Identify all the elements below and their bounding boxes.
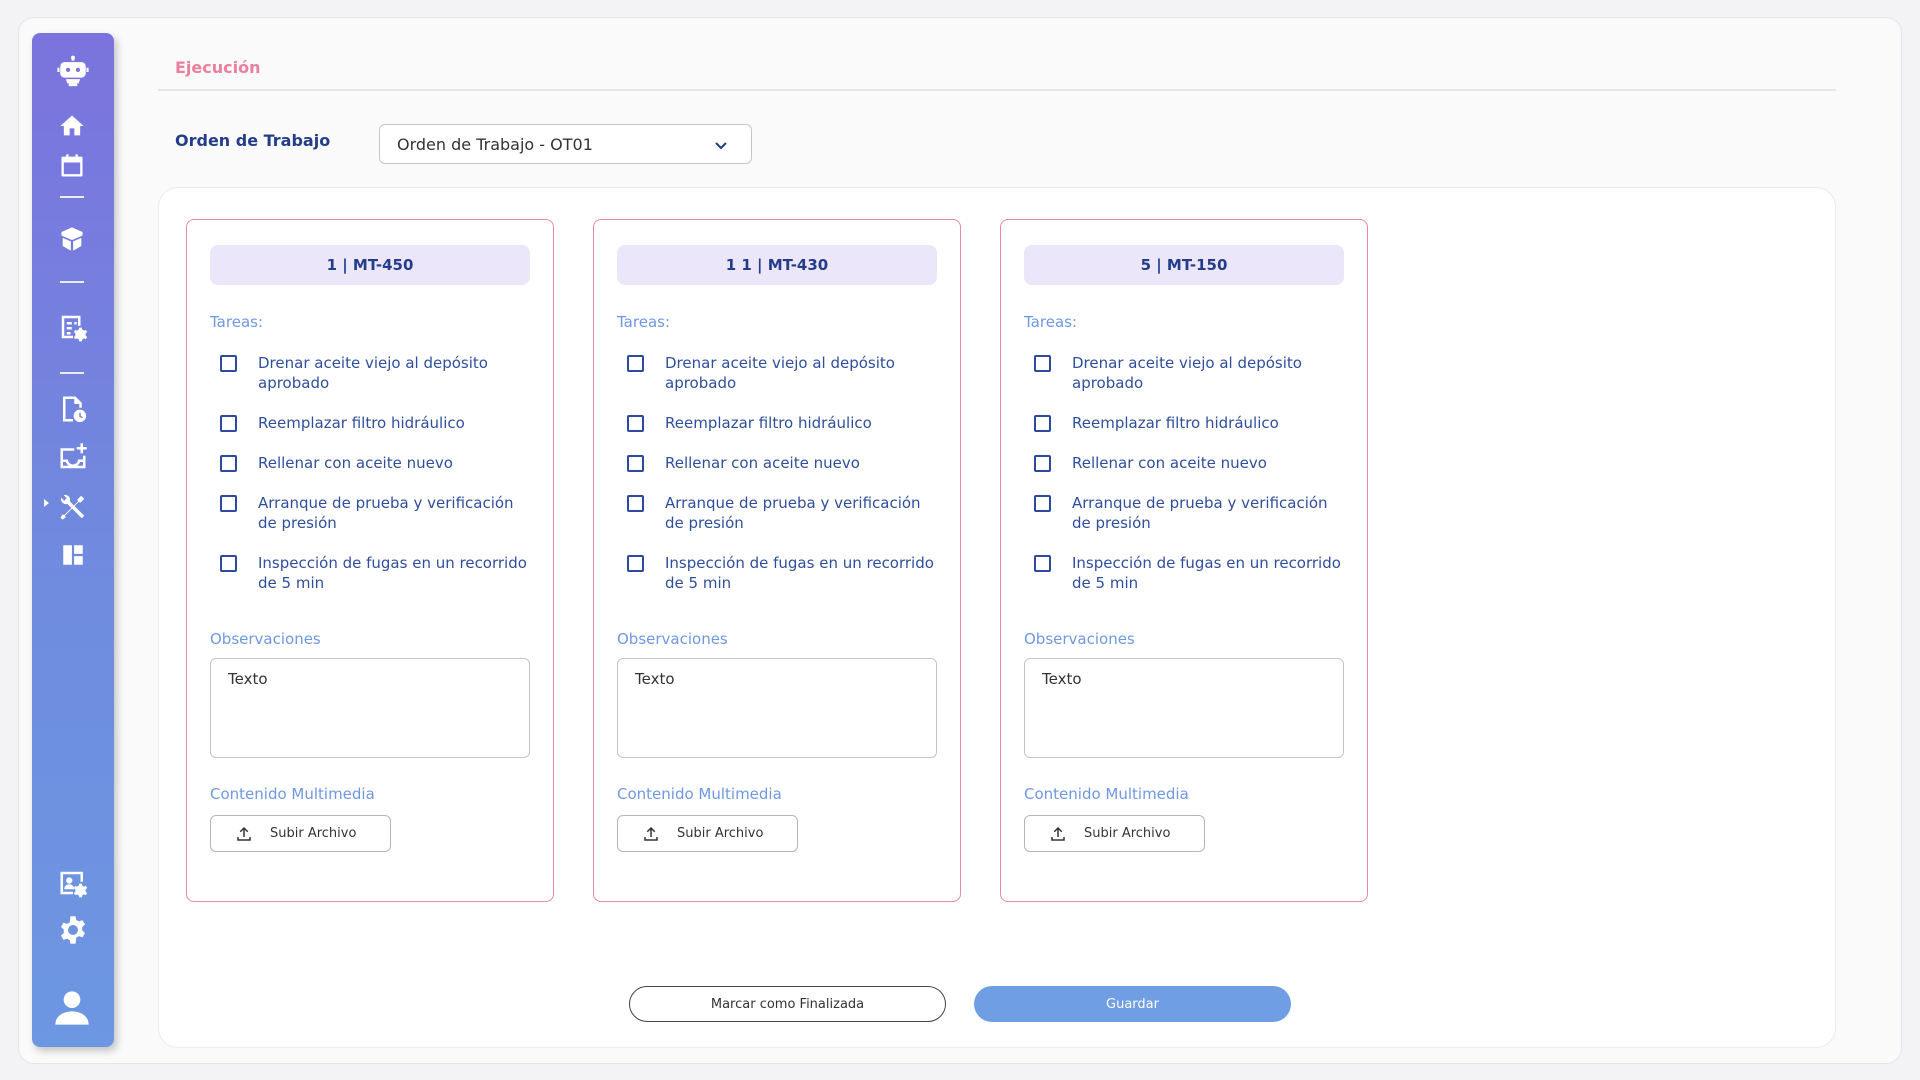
task-item: Reemplazar filtro hidráulico xyxy=(220,413,530,433)
task-label: Inspección de fugas en un recorrido de 5… xyxy=(1072,554,1341,592)
user-icon[interactable] xyxy=(52,988,92,1028)
task-item: Rellenar con aceite nuevo xyxy=(220,453,530,473)
upload-file-label: Subir Archivo xyxy=(1084,826,1171,841)
task-label: Reemplazar filtro hidráulico xyxy=(1072,414,1279,432)
task-checkbox[interactable] xyxy=(220,415,237,432)
task-item: Arranque de prueba y verificación de pre… xyxy=(1034,493,1344,533)
observations-label: Observaciones xyxy=(1024,630,1135,648)
task-label: Rellenar con aceite nuevo xyxy=(1072,454,1267,472)
task-label: Inspección de fugas en un recorrido de 5… xyxy=(258,554,527,592)
upload-file-button[interactable]: Subir Archivo xyxy=(617,815,798,852)
task-label: Arranque de prueba y verificación de pre… xyxy=(665,494,921,532)
task-item: Inspección de fugas en un recorrido de 5… xyxy=(1034,553,1344,593)
task-item: Reemplazar filtro hidráulico xyxy=(1034,413,1344,433)
observations-textarea[interactable]: Texto xyxy=(1024,658,1344,758)
task-card: 5 | MT-150 Tareas: Drenar aceite viejo al … xyxy=(1000,219,1368,902)
task-item: Reemplazar filtro hidráulico xyxy=(627,413,937,433)
upload-file-label: Subir Archivo xyxy=(677,826,764,841)
media-label: Contenido Multimedia xyxy=(210,785,375,803)
calendar-icon[interactable] xyxy=(58,152,86,180)
gear-icon[interactable] xyxy=(58,915,88,945)
observations-textarea[interactable]: Texto xyxy=(617,658,937,758)
inbox-add-icon[interactable] xyxy=(58,442,88,472)
task-item: Arranque de prueba y verificación de pre… xyxy=(220,493,530,533)
task-checkbox[interactable] xyxy=(627,355,644,372)
header-divider xyxy=(158,89,1836,91)
task-checkbox[interactable] xyxy=(220,555,237,572)
task-label: Reemplazar filtro hidráulico xyxy=(665,414,872,432)
task-item: Drenar aceite viejo al depósito aprobado xyxy=(627,353,937,393)
task-label: Drenar aceite viejo al depósito aprobado xyxy=(258,354,488,392)
tasks-label: Tareas: xyxy=(1024,313,1077,331)
task-label: Inspección de fugas en un recorrido de 5… xyxy=(665,554,934,592)
document-clock-icon[interactable] xyxy=(58,394,88,424)
save-button[interactable]: Guardar xyxy=(974,986,1291,1022)
chevron-down-icon xyxy=(715,142,727,150)
task-label: Arranque de prueba y verificación de pre… xyxy=(1072,494,1328,532)
task-checkbox[interactable] xyxy=(1034,415,1051,432)
task-checkbox[interactable] xyxy=(1034,495,1051,512)
upload-icon xyxy=(644,826,658,841)
upload-file-button[interactable]: Subir Archivo xyxy=(210,815,391,852)
upload-file-button[interactable]: Subir Archivo xyxy=(1024,815,1205,852)
sidebar-divider xyxy=(60,372,84,374)
task-checkbox[interactable] xyxy=(627,495,644,512)
task-card: 1 1 | MT-430 Tareas: Drenar aceite viejo a… xyxy=(593,219,961,902)
dashboard-icon[interactable] xyxy=(60,542,86,568)
task-label: Rellenar con aceite nuevo xyxy=(258,454,453,472)
task-item: Inspección de fugas en un recorrido de 5… xyxy=(220,553,530,593)
tasks-label: Tareas: xyxy=(617,313,670,331)
upload-icon xyxy=(237,826,251,841)
task-checkbox[interactable] xyxy=(1034,455,1051,472)
card-title: 1 | MT-450 xyxy=(210,245,530,285)
task-card: 1 | MT-450 Tareas: Drenar aceite viejo al … xyxy=(186,219,554,902)
card-title: 5 | MT-150 xyxy=(1024,245,1344,285)
task-label: Arranque de prueba y verificación de pre… xyxy=(258,494,514,532)
orden-label: Orden de Trabajo xyxy=(175,131,331,150)
task-checkbox[interactable] xyxy=(220,355,237,372)
task-checkbox[interactable] xyxy=(220,455,237,472)
user-settings-icon[interactable] xyxy=(58,868,88,898)
task-checkbox[interactable] xyxy=(220,495,237,512)
upload-file-label: Subir Archivo xyxy=(270,826,357,841)
task-checkbox[interactable] xyxy=(627,415,644,432)
active-indicator-caret xyxy=(44,499,49,507)
box-icon[interactable] xyxy=(58,225,86,253)
home-icon[interactable] xyxy=(58,112,86,140)
task-item: Arranque de prueba y verificación de pre… xyxy=(627,493,937,533)
upload-icon xyxy=(1051,826,1065,841)
sidebar-divider xyxy=(60,196,84,198)
task-checkbox[interactable] xyxy=(1034,555,1051,572)
task-label: Rellenar con aceite nuevo xyxy=(665,454,860,472)
task-item: Drenar aceite viejo al depósito aprobado xyxy=(1034,353,1344,393)
task-item: Rellenar con aceite nuevo xyxy=(627,453,937,473)
task-checkbox[interactable] xyxy=(1034,355,1051,372)
orden-select-value: Orden de Trabajo - OT01 xyxy=(397,134,593,154)
task-item: Drenar aceite viejo al depósito aprobado xyxy=(220,353,530,393)
observations-label: Observaciones xyxy=(210,630,321,648)
task-label: Reemplazar filtro hidráulico xyxy=(258,414,465,432)
task-item: Inspección de fugas en un recorrido de 5… xyxy=(627,553,937,593)
tools-icon[interactable] xyxy=(58,492,88,522)
tasks-label: Tareas: xyxy=(210,313,263,331)
task-label: Drenar aceite viejo al depósito aprobado xyxy=(1072,354,1302,392)
media-label: Contenido Multimedia xyxy=(1024,785,1189,803)
task-item: Rellenar con aceite nuevo xyxy=(1034,453,1344,473)
task-label: Drenar aceite viejo al depósito aprobado xyxy=(665,354,895,392)
card-title: 1 1 | MT-430 xyxy=(617,245,937,285)
observations-textarea[interactable]: Texto xyxy=(210,658,530,758)
orden-select[interactable]: Orden de Trabajo - OT01 xyxy=(379,124,752,164)
task-checkbox[interactable] xyxy=(627,455,644,472)
media-label: Contenido Multimedia xyxy=(617,785,782,803)
page-title: Ejecución xyxy=(175,58,261,77)
task-checkbox[interactable] xyxy=(627,555,644,572)
sidebar-divider xyxy=(60,281,84,283)
robot-logo-icon[interactable] xyxy=(56,55,90,89)
mark-finalized-button[interactable]: Marcar como Finalizada xyxy=(629,986,946,1022)
observations-label: Observaciones xyxy=(617,630,728,648)
report-settings-icon[interactable] xyxy=(58,312,88,342)
